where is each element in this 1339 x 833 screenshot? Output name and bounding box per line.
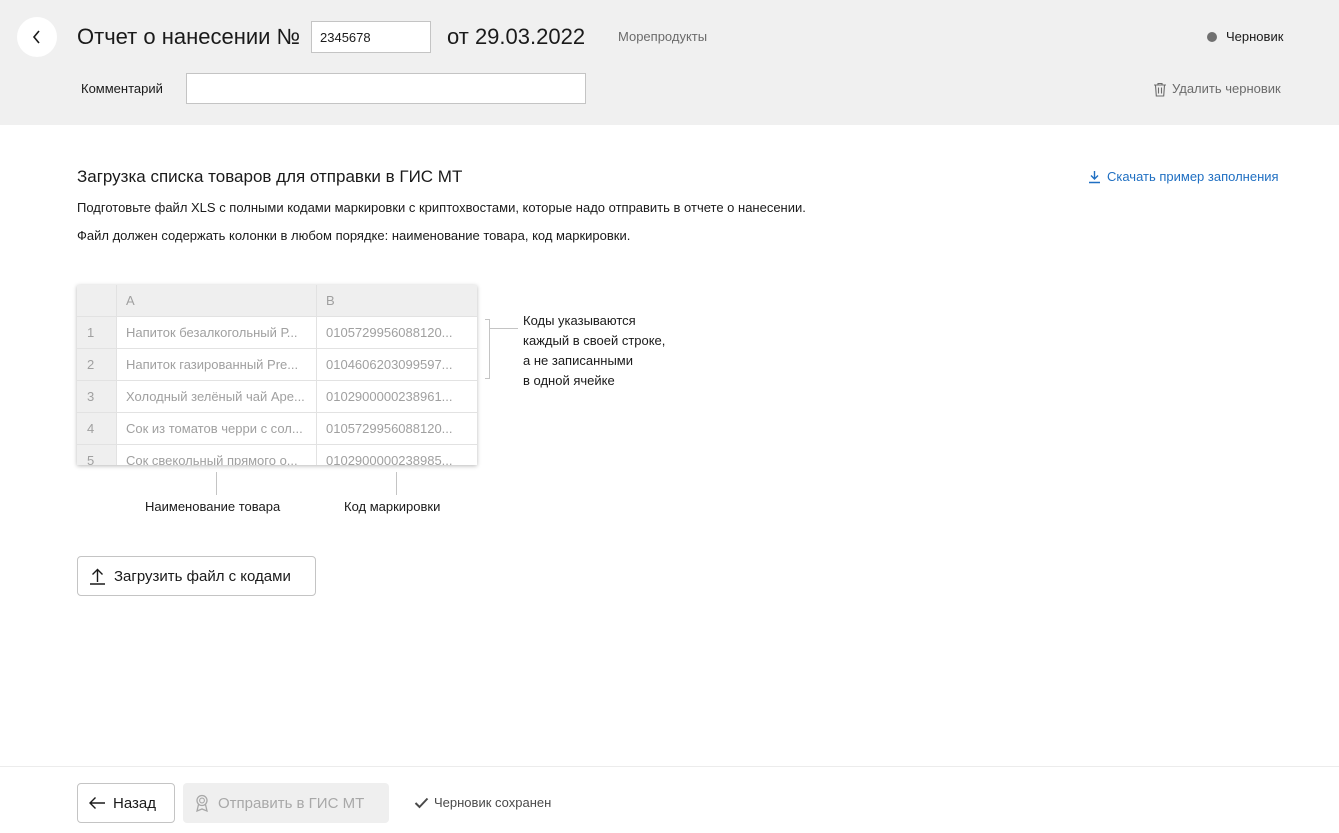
status-dot-icon	[1207, 32, 1217, 42]
category-label: Морепродукты	[618, 29, 708, 44]
page-header: Отчет о нанесении № от 29.03.2022 Морепр…	[0, 0, 1339, 125]
delete-draft-button[interactable]: Удалить черновик	[1153, 81, 1281, 97]
download-example-label: Скачать пример заполнения	[1107, 169, 1279, 184]
back-circle-button[interactable]	[17, 17, 57, 57]
description-2: Файл должен содержать колонки в любом по…	[77, 228, 631, 243]
sheet-header-row: A B	[77, 285, 477, 317]
codes-note-line: а не записанными	[523, 353, 633, 368]
delete-draft-label: Удалить черновик	[1172, 81, 1281, 96]
back-button[interactable]: Назад	[77, 783, 175, 823]
download-icon	[1089, 171, 1100, 184]
check-icon	[414, 797, 429, 809]
sheet-column-b: B	[326, 293, 335, 308]
sheet-cell-code: 0102900000238985...	[326, 453, 453, 465]
sheet-cell-name: Сок свекольный прямого о...	[117, 445, 317, 465]
award-icon	[196, 794, 208, 812]
sheet-cell-name: Напиток безалкогольный Р...	[117, 317, 317, 348]
sheet-cell-code: 0105729956088120...	[326, 421, 453, 436]
send-to-gis-button[interactable]: Отправить в ГИС МТ	[183, 783, 389, 823]
chevron-left-icon	[32, 30, 40, 44]
back-button-label: Назад	[113, 794, 156, 812]
sheet-cell-code: 0105729956088120...	[326, 325, 453, 340]
sheet-cell-name: Холодный зелёный чай Аpe...	[117, 381, 317, 412]
upload-file-label: Загрузить файл с кодами	[114, 567, 291, 585]
send-to-gis-label: Отправить в ГИС МТ	[218, 794, 365, 812]
download-example-link[interactable]: Скачать пример заполнения	[1088, 169, 1279, 185]
code-column-pointer	[396, 472, 397, 495]
sheet-row: 3 Холодный зелёный чай Аpe... 0102900000…	[77, 381, 477, 413]
sheet-example: A B 1 Напиток безалкогольный Р... 010572…	[77, 285, 477, 465]
sheet-row: 4 Сок из томатов черри с сол... 01057299…	[77, 413, 477, 445]
arrow-left-icon	[89, 797, 105, 809]
bracket-connector	[490, 328, 518, 329]
name-column-pointer	[216, 472, 217, 495]
report-number-input[interactable]	[311, 21, 431, 53]
upload-icon	[90, 568, 105, 585]
sheet-row: 5 Сок свекольный прямого о... 0102900000…	[77, 445, 477, 465]
sheet-cell-name: Сок из томатов черри с сол...	[117, 413, 317, 444]
codes-note-line: Коды указываются	[523, 313, 636, 328]
sheet-row-number: 1	[77, 317, 117, 348]
status-text: Черновик	[1226, 29, 1284, 44]
sheet-cell-code: 0102900000238961...	[326, 389, 453, 404]
comment-input[interactable]	[186, 73, 586, 104]
sheet-row-number: 4	[77, 413, 117, 444]
upload-file-button[interactable]: Загрузить файл с кодами	[77, 556, 316, 596]
codes-note-line: каждый в своей строке,	[523, 333, 666, 348]
sheet-row: 1 Напиток безалкогольный Р... 0105729956…	[77, 317, 477, 349]
sheet-row: 2 Напиток газированный Pre... 0104606203…	[77, 349, 477, 381]
page-title: Отчет о нанесении №	[77, 24, 301, 49]
footer-divider	[0, 766, 1339, 767]
description-1: Подготовьте файл XLS с полными кодами ма…	[77, 200, 806, 215]
codes-note-line: в одной ячейке	[523, 373, 615, 388]
sheet-corner-cell	[77, 285, 117, 316]
saved-status: Черновик сохранен	[414, 795, 551, 811]
report-date: от 29.03.2022	[447, 24, 586, 49]
sheet-cell-name: Напиток газированный Pre...	[117, 349, 317, 380]
sheet-row-number: 2	[77, 349, 117, 380]
sheet-row-number: 5	[77, 445, 117, 465]
comment-label: Комментарий	[81, 81, 163, 96]
codes-note: Коды указываются каждый в своей строке, …	[523, 311, 665, 391]
name-column-label: Наименование товара	[145, 499, 281, 514]
status-badge: Черновик	[1207, 29, 1283, 45]
sheet-column-a: A	[117, 285, 317, 316]
saved-status-text: Черновик сохранен	[434, 795, 552, 810]
code-column-label: Код маркировки	[344, 499, 441, 514]
sheet-row-number: 3	[77, 381, 117, 412]
sheet-cell-code: 0104606203099597...	[326, 357, 453, 372]
section-title: Загрузка списка товаров для отправки в Г…	[77, 167, 463, 186]
trash-icon	[1154, 82, 1166, 97]
